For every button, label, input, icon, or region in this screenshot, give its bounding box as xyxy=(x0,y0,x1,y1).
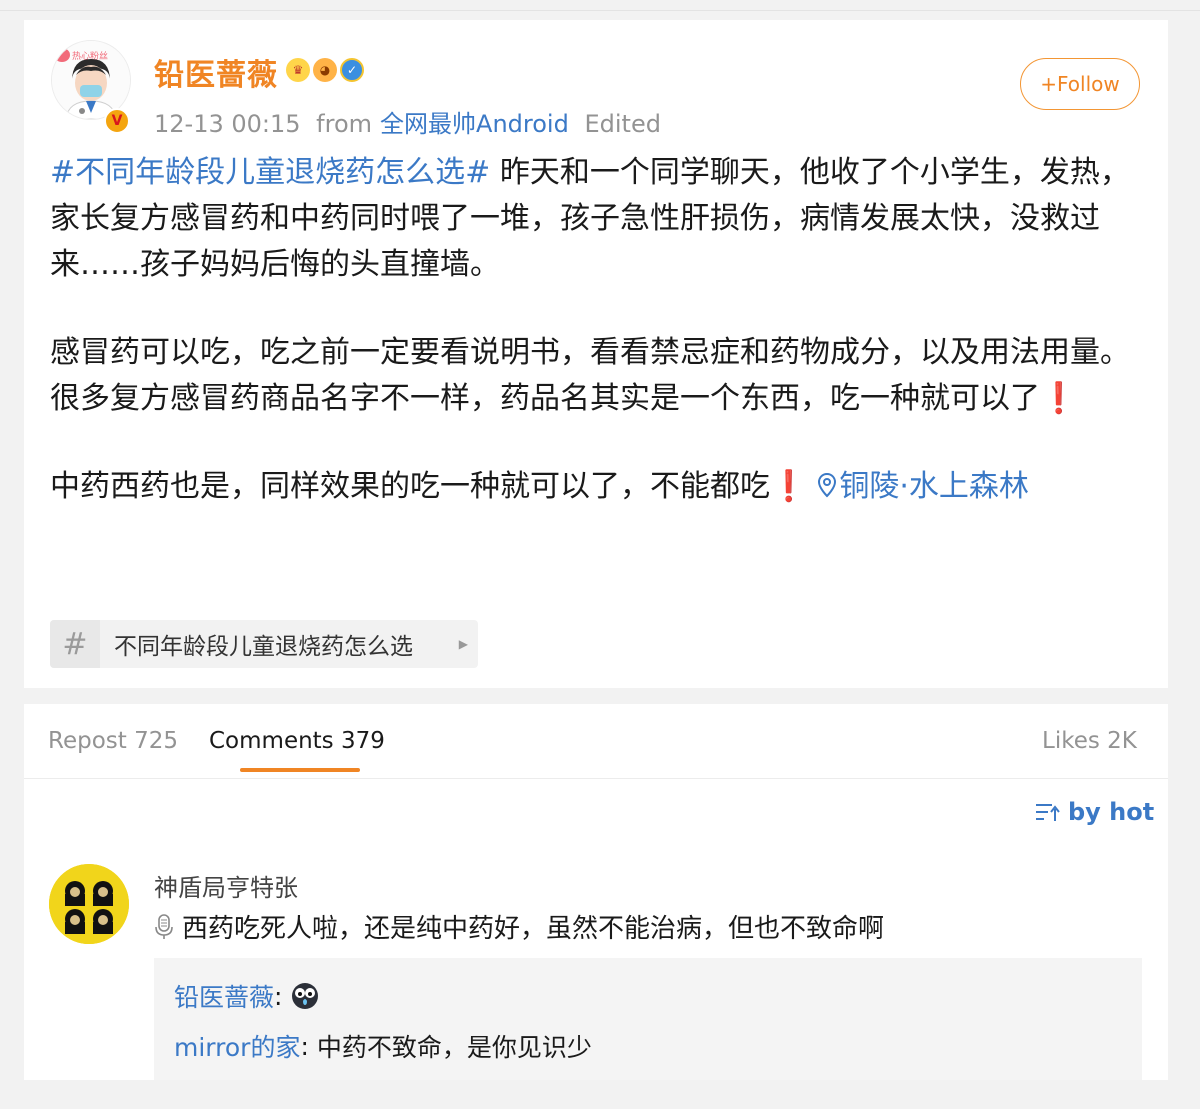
reply-box[interactable]: 铅医蔷薇: mirror的家: 中药不致命，是你见识少 xyxy=(154,958,1142,1084)
post-source[interactable]: 全网最帅Android xyxy=(380,110,569,138)
sort-button[interactable]: by hot xyxy=(1034,798,1154,826)
reply-author[interactable]: 铅医蔷薇 xyxy=(174,978,274,1014)
post-meta: 12-13 00:15 from 全网最帅Android Edited xyxy=(154,104,669,139)
sort-icon xyxy=(1036,804,1060,821)
comments-card: Repost 725 Comments 379 Likes 2K by hot … xyxy=(24,704,1168,1084)
location-label: 铜陵·水上森林 xyxy=(839,469,1029,504)
crown-badge-icon: ♛ xyxy=(286,58,310,82)
reply-item: 铅医蔷薇: xyxy=(174,978,320,1014)
tab-likes[interactable]: Likes 2K xyxy=(1042,728,1137,754)
fish-badge-icon: ◕ xyxy=(313,58,337,82)
commenter-name[interactable]: 神盾局亨特张 xyxy=(154,868,298,903)
microphone-icon xyxy=(155,913,173,939)
active-tab-indicator xyxy=(240,768,360,772)
crying-emoji-icon xyxy=(292,983,319,1009)
topic-card-label: 不同年龄段儿童退烧药怎么选 xyxy=(114,634,413,660)
author-badges: ♛ ◕ ✓ xyxy=(286,58,364,82)
post-text-3: 中药西药也是，同样效果的吃一种就可以了，不能都吃 xyxy=(50,469,770,504)
from-label: from xyxy=(316,110,373,138)
comment-body: 西药吃死人啦，还是纯中药好，虽然不能治病，但也不致命啊 xyxy=(182,914,885,944)
post-paragraph-3: 中药西药也是，同样效果的吃一种就可以了，不能都吃❗ 铜陵·水上森林 xyxy=(50,464,1142,510)
exclamation-icon: ❗ xyxy=(1040,381,1078,416)
top-strip xyxy=(0,0,1200,11)
post-hashtag[interactable]: #不同年龄段儿童退烧药怎么选# xyxy=(50,155,490,190)
reply-text: 中药不致命，是你见识少 xyxy=(316,1033,592,1062)
tab-comments[interactable]: Comments 379 xyxy=(209,728,385,754)
exclamation-icon: ❗ xyxy=(770,469,808,504)
comment-text: 西药吃死人啦，还是纯中药好，虽然不能治病，但也不致命啊 xyxy=(154,908,884,945)
post-text-2: 感冒药可以吃，吃之前一定要看说明书，看看禁忌症和药物成分，以及用法用量。很多复方… xyxy=(50,335,1130,416)
post-card: 热心粉丝 V 铅医蔷薇 ♛ ◕ ✓ 12-13 00:15 from 全网最帅An… xyxy=(24,20,1168,688)
verified-icon: V xyxy=(104,108,130,134)
hashtag-icon: # xyxy=(50,620,100,668)
sort-label: by hot xyxy=(1068,798,1155,826)
chevron-right-icon: ▶ xyxy=(458,637,468,651)
follow-button[interactable]: +Follow xyxy=(1020,58,1140,110)
location-link[interactable]: 铜陵·水上森林 xyxy=(807,469,1029,504)
reply-item: mirror的家: 中药不致命，是你见识少 xyxy=(174,1028,592,1064)
post-paragraph-2: 感冒药可以吃，吃之前一定要看说明书，看看禁忌症和药物成分，以及用法用量。很多复方… xyxy=(50,330,1142,422)
interaction-tabs: Repost 725 Comments 379 Likes 2K xyxy=(24,704,1168,779)
topic-card[interactable]: # 不同年龄段儿童退烧药怎么选 ▶ xyxy=(50,620,478,668)
commenter-avatar[interactable] xyxy=(49,864,129,944)
bottom-strip xyxy=(0,1080,1200,1109)
blue-v-badge-icon: ✓ xyxy=(340,58,364,82)
post-time: 12-13 00:15 xyxy=(154,110,301,138)
post-paragraph-1: #不同年龄段儿童退烧药怎么选# 昨天和一个同学聊天，他收了个小学生，发热，家长复… xyxy=(50,150,1142,288)
author-username[interactable]: 铅医蔷薇 xyxy=(154,50,278,94)
tab-repost[interactable]: Repost 725 xyxy=(48,728,178,754)
edited-label: Edited xyxy=(584,110,661,138)
location-pin-icon xyxy=(818,472,837,498)
post-body: #不同年龄段儿童退烧药怎么选# 昨天和一个同学聊天，他收了个小学生，发热，家长复… xyxy=(50,150,1142,510)
reply-author[interactable]: mirror的家 xyxy=(174,1028,300,1064)
beatles-avatar-icon xyxy=(49,864,129,944)
